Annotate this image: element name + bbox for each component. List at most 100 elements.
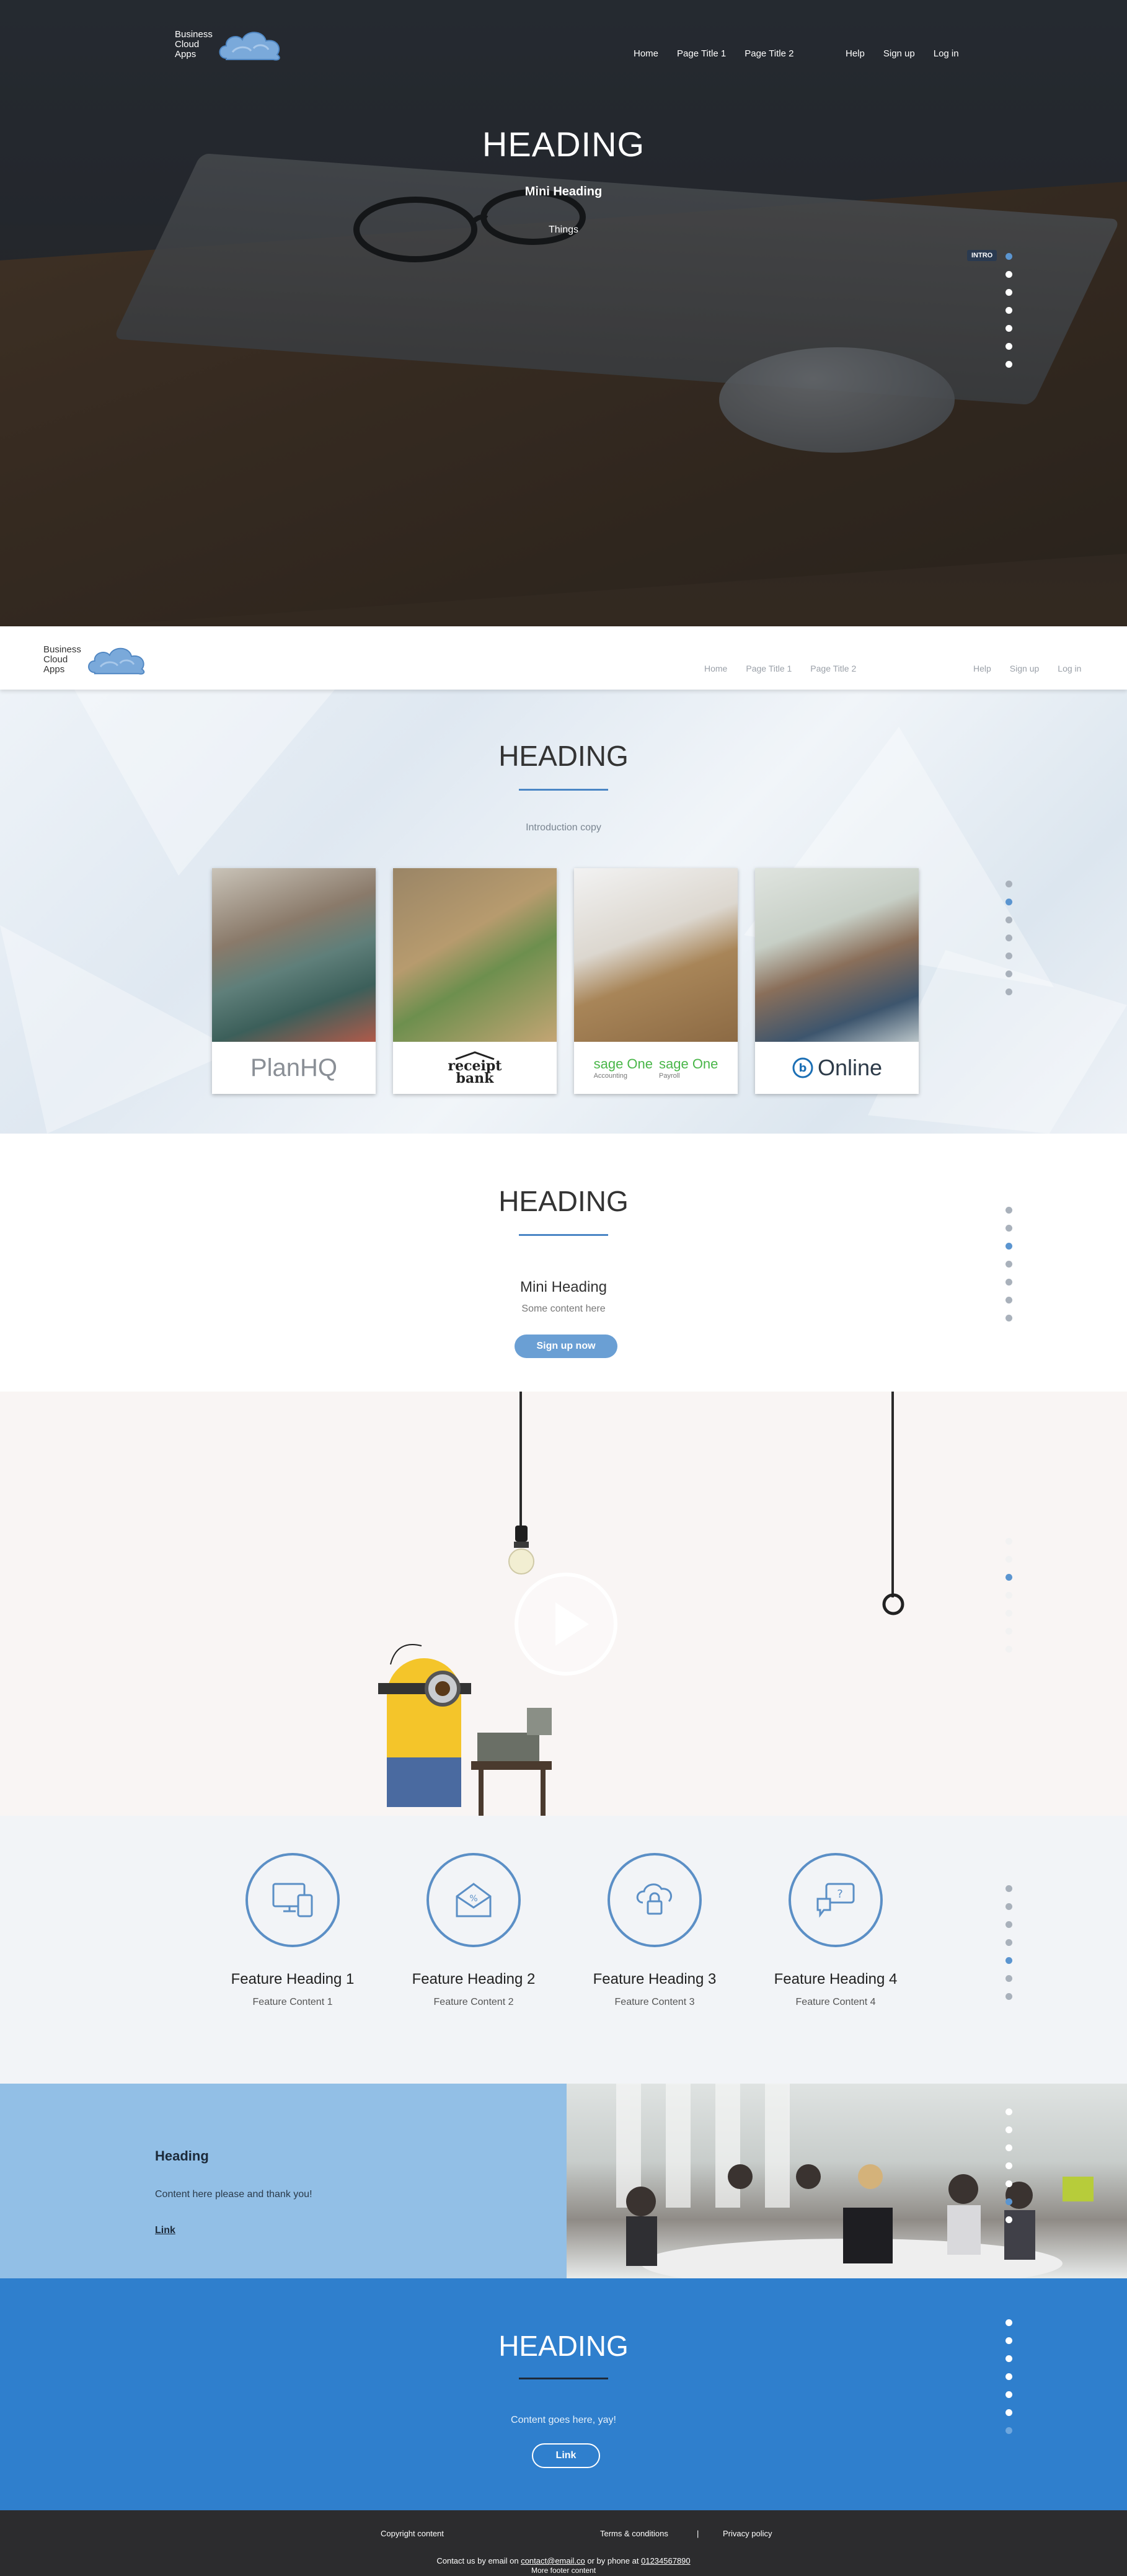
section-dot[interactable] (1005, 2216, 1012, 2223)
product-card-online[interactable]: b Online (755, 868, 919, 1094)
product-photo (574, 868, 738, 1042)
section-dot[interactable] (1005, 1315, 1012, 1321)
section-dot[interactable] (1005, 1279, 1012, 1286)
section-dot[interactable] (1005, 917, 1012, 923)
video-section (0, 1392, 1127, 1816)
nav-page-title-2-link[interactable]: Page Title 2 (745, 48, 793, 59)
nav-page-title-1-link[interactable]: Page Title 1 (677, 48, 726, 59)
nav-signup-link[interactable]: Sign up (883, 48, 915, 59)
nav-page-title-1-link[interactable]: Page Title 1 (746, 664, 792, 673)
section-dot[interactable] (1005, 307, 1012, 314)
site-header: Business Cloud Apps Home Page Title 1 Pa… (0, 626, 1127, 690)
section-dot[interactable] (1005, 881, 1012, 887)
cta-link-button[interactable]: Link (532, 2443, 600, 2468)
section-dot[interactable] (1005, 1903, 1012, 1910)
brand-line-3: Apps (175, 49, 197, 60)
product-photo (212, 868, 376, 1042)
section-dot[interactable] (1005, 1574, 1012, 1581)
split-link[interactable]: Link (155, 2225, 175, 2236)
section-dot[interactable] (1005, 2180, 1012, 2187)
section-dot[interactable] (1005, 271, 1012, 278)
nav-login-link[interactable]: Log in (1058, 664, 1081, 673)
section-dot[interactable] (1005, 1592, 1012, 1599)
products-section: HEADING Introduction copy PlanHQ receipt… (0, 690, 1127, 1134)
section-dot[interactable] (1005, 2337, 1012, 2344)
background-polygon (0, 925, 236, 1134)
product-subname: Accounting (593, 1072, 628, 1080)
intro-section-tag: INTRO (967, 250, 997, 261)
section-dot[interactable] (1005, 253, 1012, 260)
section-dot[interactable] (1005, 1225, 1012, 1232)
footer-contact-prefix: Contact us by email on (436, 2556, 519, 2565)
section-dot[interactable] (1005, 1297, 1012, 1304)
section-dot[interactable] (1005, 2391, 1012, 2398)
footer-terms-link[interactable]: Terms & conditions (600, 2529, 668, 2538)
heading-underline (519, 2378, 608, 2379)
section-dot[interactable] (1005, 1207, 1012, 1214)
section-dot[interactable] (1005, 289, 1012, 296)
section-dot[interactable] (1005, 1885, 1012, 1892)
footer-email-link[interactable]: contact@email.co (521, 2556, 585, 2565)
section-dot[interactable] (1005, 2144, 1012, 2151)
feature-content: Feature Content 3 (614, 1997, 695, 2007)
section-dot[interactable] (1005, 1975, 1012, 1982)
split-text-panel: Heading Content here please and thank yo… (0, 2084, 567, 2278)
section-dot[interactable] (1005, 1556, 1012, 1563)
section-dot[interactable] (1005, 2373, 1012, 2380)
section-dot[interactable] (1005, 2427, 1012, 2434)
section-dot[interactable] (1005, 1993, 1012, 2000)
hero-heading: HEADING (482, 125, 645, 164)
nav-home-link[interactable]: Home (634, 48, 658, 59)
section-dot[interactable] (1005, 343, 1012, 350)
signup-now-button[interactable]: Sign up now (515, 1335, 617, 1358)
section-dot[interactable] (1005, 1538, 1012, 1545)
section-dot[interactable] (1005, 2126, 1012, 2133)
section-dot[interactable] (1005, 2162, 1012, 2169)
section-dot[interactable] (1005, 2319, 1012, 2326)
nav-help-link[interactable]: Help (846, 48, 865, 59)
nav-help-link[interactable]: Help (973, 664, 991, 673)
section-dot[interactable] (1005, 988, 1012, 995)
brand-logo[interactable]: Business Cloud Apps (43, 644, 148, 676)
section-dot[interactable] (1005, 2108, 1012, 2115)
section-dot[interactable] (1005, 2409, 1012, 2416)
products-intro: Introduction copy (526, 822, 601, 833)
nav-login-link[interactable]: Log in (934, 48, 959, 59)
product-card-planhq[interactable]: PlanHQ (212, 868, 376, 1094)
products-heading: HEADING (498, 740, 629, 772)
section-dot[interactable] (1005, 1261, 1012, 1268)
section-dot[interactable] (1005, 1610, 1012, 1617)
envelope-percent-icon: % (456, 1883, 492, 1917)
cloud-logo-icon (219, 32, 280, 61)
footer-more-content: More footer content (531, 2566, 596, 2575)
footer-copyright: Copyright content (381, 2529, 444, 2538)
nav-page-title-2-link[interactable]: Page Title 2 (810, 664, 856, 673)
section-dot[interactable] (1005, 1628, 1012, 1635)
footer-privacy-link[interactable]: Privacy policy (723, 2529, 772, 2538)
section-dot[interactable] (1005, 899, 1012, 905)
section-dot[interactable] (1005, 361, 1012, 368)
section-dot[interactable] (1005, 953, 1012, 959)
product-card-receipt-bank[interactable]: receipt bank (393, 868, 557, 1094)
split-section: Heading Content here please and thank yo… (0, 2084, 1127, 2278)
footer-phone-link[interactable]: 01234567890 (641, 2556, 691, 2565)
feature-heading: Feature Heading 4 (774, 1971, 898, 1988)
section-dot[interactable] (1005, 1957, 1012, 1964)
section-dot[interactable] (1005, 1921, 1012, 1928)
brand-logo[interactable]: Business Cloud Apps (175, 27, 283, 62)
section-dot[interactable] (1005, 2198, 1012, 2205)
online-logo-icon: b (792, 1057, 813, 1078)
chat-question-icon: ? (816, 1883, 855, 1918)
section-dot[interactable] (1005, 1646, 1012, 1653)
section-dot-nav (1005, 881, 1012, 995)
product-card-sage-one[interactable]: sage One Accounting sage One Payroll (574, 868, 738, 1094)
section-dot[interactable] (1005, 935, 1012, 941)
nav-signup-link[interactable]: Sign up (1010, 664, 1039, 673)
nav-home-link[interactable]: Home (704, 664, 727, 673)
section-dot[interactable] (1005, 970, 1012, 977)
section-dot[interactable] (1005, 1939, 1012, 1946)
signup-mini-heading: Mini Heading (519, 1279, 608, 1295)
section-dot[interactable] (1005, 325, 1012, 332)
section-dot[interactable] (1005, 1243, 1012, 1250)
section-dot[interactable] (1005, 2355, 1012, 2362)
